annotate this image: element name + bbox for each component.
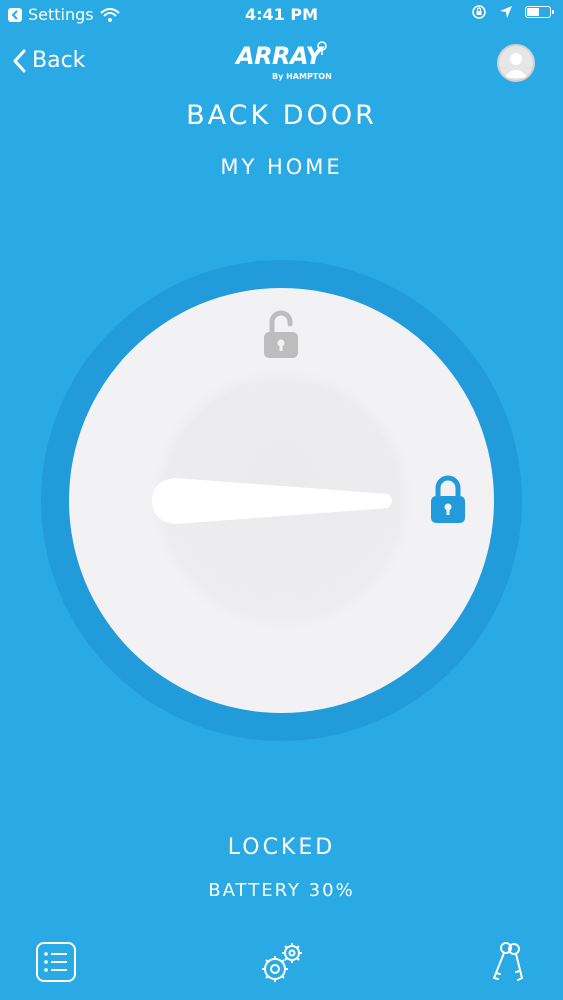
location-icon	[500, 6, 512, 18]
logo-text: ARRAY	[236, 42, 323, 70]
status-indicators	[471, 4, 554, 20]
keys-button[interactable]	[488, 940, 532, 984]
lock-list-button[interactable]	[34, 940, 78, 984]
lock-state: LOCKED	[227, 835, 336, 860]
locked-padlock-icon[interactable]	[430, 475, 466, 525]
lock-name: BACK DOOR	[186, 100, 377, 131]
list-icon	[36, 942, 76, 982]
back-button[interactable]: Back	[12, 48, 85, 73]
status-bar: Settings 4:41 PM	[0, 0, 563, 30]
settings-button[interactable]	[258, 940, 302, 984]
unlocked-padlock-icon[interactable]	[262, 310, 300, 360]
brand-logo: ARRAY By HAMPTON	[232, 40, 332, 88]
lock-battery: BATTERY 30%	[208, 880, 355, 901]
back-label: Back	[32, 48, 86, 73]
lock-location: MY HOME	[220, 155, 343, 179]
lock-dial-lever[interactable]	[148, 476, 398, 526]
orientation-lock-icon	[472, 5, 486, 19]
logo-key-icon	[317, 41, 327, 55]
chevron-left-icon	[13, 49, 26, 72]
user-avatar-button[interactable]	[497, 44, 535, 82]
logo-subtext: By HAMPTON	[272, 72, 332, 81]
battery-icon	[525, 6, 554, 18]
keys-icon	[493, 942, 523, 981]
user-avatar-icon	[504, 53, 528, 78]
lock-screen: Settings 4:41 PM Back ARRAY By HAMPTON B…	[0, 0, 563, 1000]
gears-icon	[262, 943, 302, 982]
